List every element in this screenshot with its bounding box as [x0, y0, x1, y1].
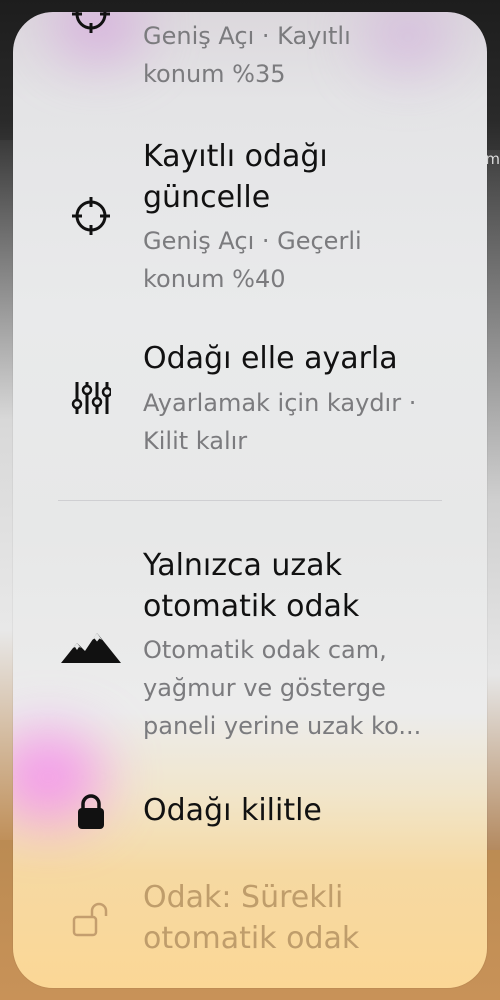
- menu-item-title: Odağı elle ayarla: [143, 341, 398, 376]
- menu-item-lock-focus[interactable]: Odağı kilitle: [13, 782, 487, 842]
- menu-item-title: otomatik odak: [143, 589, 360, 624]
- menu-item-title: Odak: Sürekli: [143, 880, 344, 915]
- menu-item-subtitle: Otomatik odak cam,: [143, 636, 387, 664]
- focus-context-menu: Geniş Açı · Kayıtlı konum %35 Kayıtlı od…: [13, 12, 487, 988]
- menu-item-subtitle: konum %35: [143, 60, 286, 88]
- menu-item-subtitle: konum %40: [143, 265, 286, 293]
- menu-item-subtitle: Ayarlamak için kaydır ·: [143, 389, 417, 417]
- sliders-icon: [69, 376, 113, 420]
- menu-item-wide-saved[interactable]: Geniş Açı · Kayıtlı konum %35: [13, 12, 487, 102]
- menu-item-title: Yalnızca uzak: [143, 548, 342, 583]
- menu-item-far-autofocus[interactable]: Yalnızca uzak otomatik odak Otomatik oda…: [13, 545, 487, 750]
- crosshair-icon: [69, 194, 113, 238]
- lock-icon: [69, 790, 113, 834]
- unlock-icon: [69, 897, 113, 941]
- menu-item-subtitle: Geniş Açı · Geçerli: [143, 227, 362, 255]
- menu-item-subtitle: yağmur ve gösterge: [143, 674, 386, 702]
- menu-item-title: otomatik odak: [143, 921, 360, 956]
- background-edge-text: m: [485, 150, 500, 168]
- menu-item-subtitle: Kilit kalır: [143, 427, 248, 455]
- mountains-icon: [59, 625, 123, 669]
- menu-item-title: güncelle: [143, 180, 271, 215]
- menu-item-title: Odağı kilitle: [143, 793, 322, 828]
- menu-item-focus-continuous[interactable]: Odak: Sürekli otomatik odak: [13, 877, 487, 977]
- menu-item-subtitle: Geniş Açı · Kayıtlı: [143, 22, 351, 50]
- menu-divider: [58, 500, 442, 501]
- crosshair-icon: [69, 12, 113, 36]
- menu-item-title: Kayıtlı odağı: [143, 139, 328, 174]
- menu-item-subtitle: paneli yerine uzak ko...: [143, 712, 422, 740]
- menu-item-update-saved-focus[interactable]: Kayıtlı odağı güncelle Geniş Açı · Geçer…: [13, 132, 487, 302]
- menu-item-manual-focus[interactable]: Odağı elle ayarla Ayarlamak için kaydır …: [13, 338, 487, 468]
